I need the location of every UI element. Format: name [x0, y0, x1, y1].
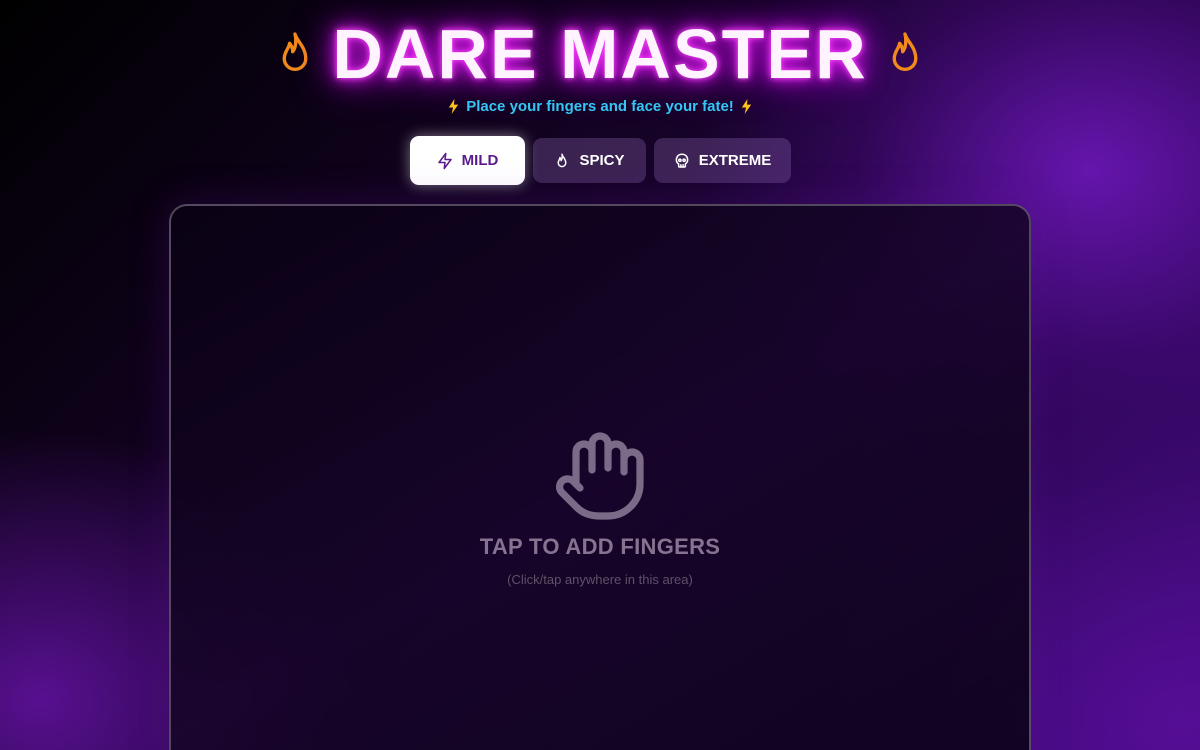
mode-tab-extreme[interactable]: EXTREME — [653, 138, 791, 183]
mode-tab-label: SPICY — [579, 152, 625, 169]
mode-tab-label: EXTREME — [698, 152, 772, 169]
mode-tab-mild[interactable]: MILD — [409, 136, 525, 185]
finger-touch-area[interactable]: TAP TO ADD FINGERS (Click/tap anywhere i… — [169, 204, 1031, 750]
zap-icon — [437, 152, 452, 169]
lightning-icon — [447, 99, 460, 114]
prompt-hint: (Click/tap anywhere in this area) — [507, 572, 693, 587]
header: DARE MASTER Place your fingers and face … — [0, 0, 1200, 185]
subtitle: Place your fingers and face your fate! — [447, 98, 753, 115]
difficulty-tabs: MILD SPICY EXTREME — [409, 136, 791, 185]
empty-state-prompt: TAP TO ADD FINGERS (Click/tap anywhere i… — [171, 428, 1029, 587]
lightning-icon — [740, 99, 753, 114]
app-title: DARE MASTER — [332, 15, 868, 93]
flame-icon — [557, 153, 567, 167]
mode-tab-label: MILD — [461, 152, 499, 169]
hand-icon — [556, 432, 644, 520]
title-row: DARE MASTER — [276, 14, 923, 94]
prompt-title: TAP TO ADD FINGERS — [479, 534, 721, 559]
subtitle-text: Place your fingers and face your fate! — [466, 98, 734, 115]
mode-tab-spicy[interactable]: SPICY — [532, 138, 646, 183]
flame-icon — [886, 31, 924, 77]
flame-icon — [276, 31, 314, 77]
skull-icon — [675, 153, 689, 168]
